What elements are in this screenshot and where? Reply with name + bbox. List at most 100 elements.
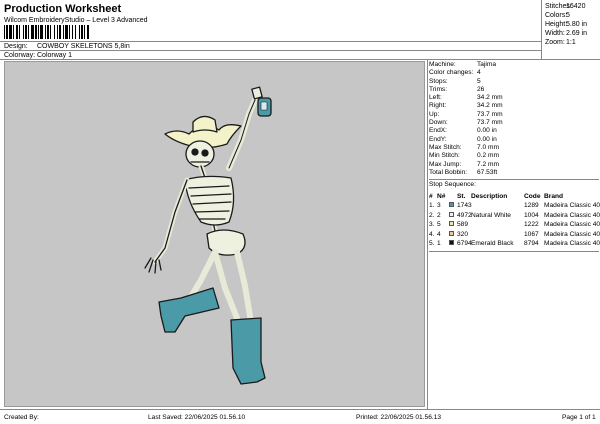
stop-num: 2. [429,211,435,219]
stat-row: Zoom: 1:1 [545,38,600,47]
info-value: 5 [477,77,481,85]
info-row: Right: 34.2 mm [429,102,599,110]
stop-sequence-header: # N# St. Description Code Brand [429,192,599,201]
footer: Created By: Last Saved: 22/06/2025 01.56… [0,411,600,424]
stop-row: 2. 2 4972 Natural White 1004 Madeira Classic … [429,211,600,221]
info-value: 34.2 mm [477,94,503,102]
color-swatch [449,221,454,227]
info-label: Max Jump: [429,160,462,168]
stop-needle: 2 [437,211,441,219]
info-label: Right: [429,102,447,110]
stop-num: 5. [429,240,435,248]
stop-needle: 4 [437,230,441,238]
design-preview [4,61,425,407]
info-label: Left: [429,94,442,102]
stop-needle: 5 [437,221,441,229]
stat-value: 2.69 in [566,30,588,37]
stop-stitches: 320 [457,230,469,238]
page-title: Production Worksheet [4,3,122,15]
info-label: Color changes: [429,69,474,77]
info-value: 7.0 mm [477,143,499,151]
stop-stitches: 1743 [457,202,472,210]
info-row: Machine: Tajima [429,61,599,69]
info-label: Down: [429,119,448,127]
info-row: EndY: 0.00 in [429,136,599,144]
color-swatch [449,202,454,208]
stat-value: 5.80 in [566,21,588,28]
last-saved: Last Saved: 22/06/2025 01.56.10 [148,414,246,421]
stop-row: 1. 3 1743 1289 Madeira Classic 40 [429,201,600,211]
stop-row: 4. 4 320 1067 Madeira Classic 40 [429,230,600,240]
stop-code: 1222 [524,221,539,229]
stop-row: 3. 5 589 1222 Madeira Classic 40 [429,220,600,230]
info-value: 7.2 mm [477,160,499,168]
color-swatch [449,230,454,236]
info-label: Machine: [429,61,456,68]
stop-stitches: 6794 [457,240,472,248]
stop-sequence-title: Stop Sequence: [429,181,476,189]
info-row: EndX: 0.00 in [429,127,599,135]
stop-needle: 3 [437,202,441,210]
info-label: Stops: [429,77,448,85]
col-code: Code [524,193,541,201]
software-subtitle: Wilcom EmbroideryStudio – Level 3 Advanc… [4,17,148,24]
info-row: Up: 73.7 mm [429,111,599,119]
page-number: Page 1 of 1 [562,414,596,421]
info-value: 34.2 mm [477,102,503,110]
color-swatch [449,211,454,217]
stat-row: Stitches: 16420 [545,2,600,11]
info-row: Min Stitch: 0.2 mm [429,152,599,160]
stat-label: Stitches: [545,3,572,10]
skeleton-design-image [144,86,272,385]
info-row: Trims: 26 [429,86,599,94]
stat-row: Height: 5.80 in [545,20,600,29]
stop-code: 1004 [524,211,539,219]
info-value: 73.7 mm [477,110,503,118]
stop-sequence-list: 1. 3 1743 1289 Madeira Classic 40 2. 2 4972 Natu… [429,201,600,249]
stop-num: 3. [429,221,435,229]
info-label: Up: [429,110,440,118]
stat-label: Colors: [545,12,568,19]
stat-value: 16420 [566,3,586,10]
stop-description: Natural White [471,211,511,219]
info-row: Max Stitch: 7.0 mm [429,144,599,152]
stop-needle: 1 [437,240,441,248]
col-desc: Description [471,193,508,201]
printed-date: Printed: 22/06/2025 01.56.13 [356,414,442,421]
stat-value: 1:1 [566,39,576,46]
stat-label: Width: [545,30,565,37]
col-n: N# [437,193,446,201]
info-value: 67.53ft [477,168,498,176]
stop-brand: Madeira Classic 40 [544,202,600,210]
created-by: Created By: [4,414,39,421]
stat-label: Zoom: [545,39,565,46]
stop-description: Emerald Black [471,240,514,248]
info-row: Down: 73.7 mm [429,119,599,127]
info-value: Tajima [477,61,497,68]
stop-stitches: 589 [457,221,469,229]
info-label: EndY: [429,135,447,143]
machine-info-panel: Machine: Tajima Color changes: 4 Stops: 5 T… [429,61,600,252]
info-label: Trims: [429,85,448,93]
stop-code: 1067 [524,230,539,238]
info-label: Min Stitch: [429,152,460,160]
stop-brand: Madeira Classic 40 [544,230,600,238]
stat-row: Width: 2.69 in [545,29,600,38]
stop-stitches: 4972 [457,211,472,219]
stop-num: 1. [429,202,435,210]
info-value: 73.7 mm [477,119,503,127]
info-value: 0.2 mm [477,152,499,160]
stop-num: 4. [429,230,435,238]
stop-brand: Madeira Classic 40 [544,240,600,248]
info-row: Left: 34.2 mm [429,94,599,102]
stat-row: Colors: 5 [545,11,600,20]
col-num: # [429,193,433,201]
stop-brand: Madeira Classic 40 [544,221,600,229]
stop-code: 8794 [524,240,539,248]
info-row: Total Bobbin: 67.53ft [429,169,599,177]
stop-code: 1289 [524,202,539,210]
stop-brand: Madeira Classic 40 [544,211,600,219]
info-value: 26 [477,85,485,93]
stat-value: 5 [566,12,570,19]
barcode [4,25,141,39]
